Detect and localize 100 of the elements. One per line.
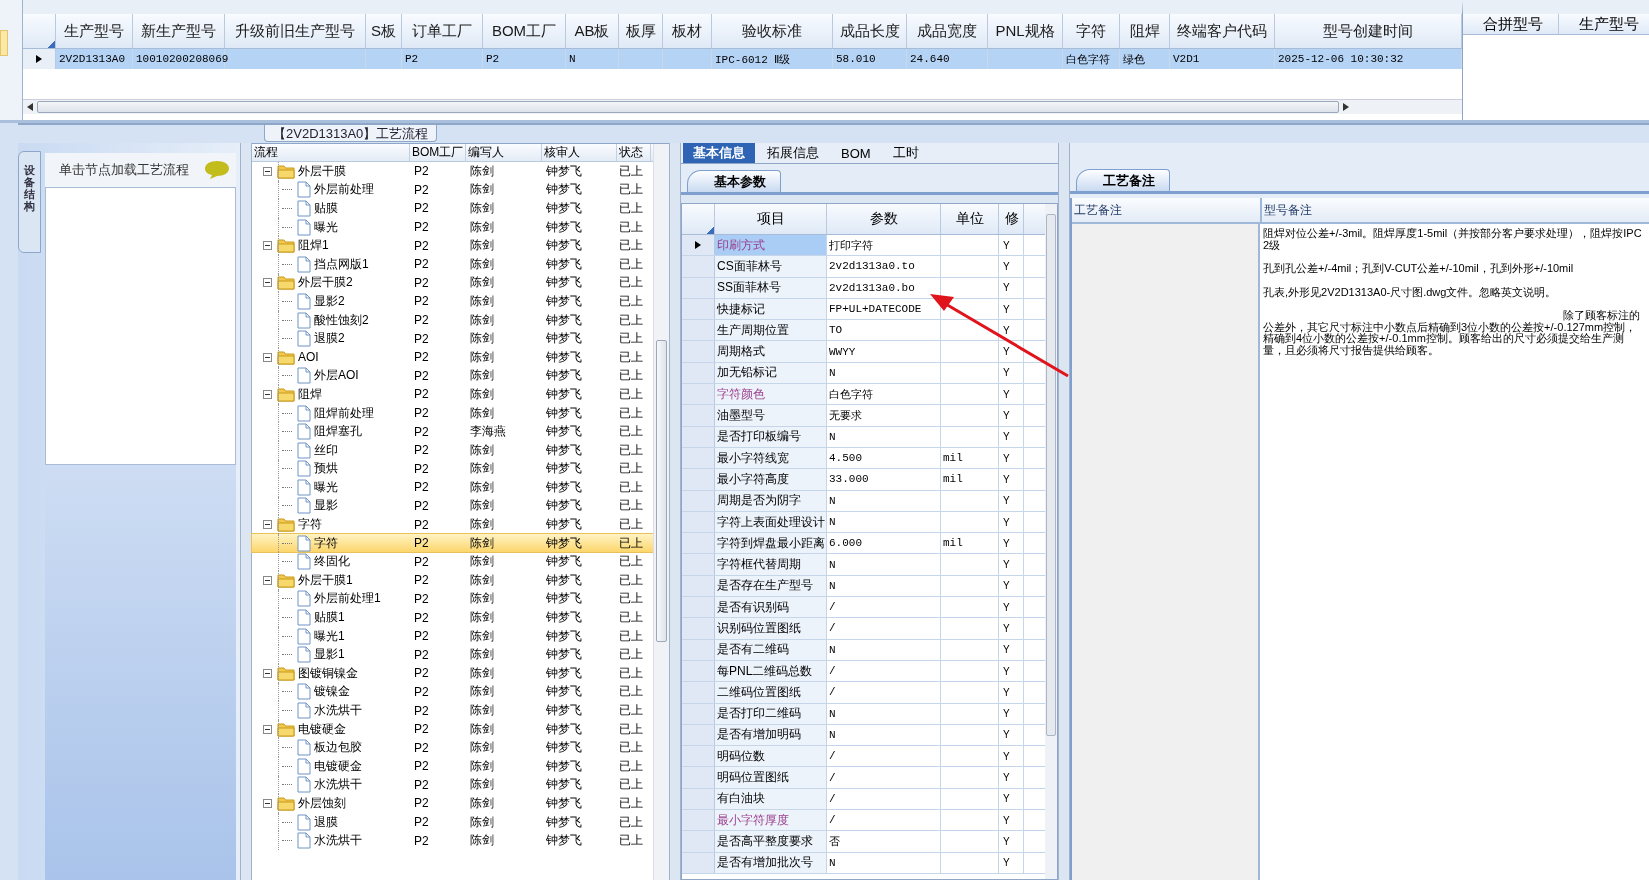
tree-row[interactable]: 外层前处理1 P2 陈剑 钟梦飞 已上 <box>252 589 653 609</box>
tab[interactable]: 拓展信息 <box>757 143 829 163</box>
column-header[interactable]: 板厚 <box>619 14 663 48</box>
tab[interactable]: 基本参数 <box>687 170 781 192</box>
tree-row[interactable]: 外层干膜2 P2 陈剑 钟梦飞 已上 <box>252 273 653 293</box>
tree-row[interactable]: 字符 P2 陈剑 钟梦飞 已上 <box>252 533 653 553</box>
tree-row[interactable]: 阻焊1 P2 陈剑 钟梦飞 已上 <box>252 236 653 255</box>
column-header[interactable]: 合拼型号 <box>1463 14 1559 34</box>
column-header[interactable]: 工艺备注 <box>1072 198 1262 222</box>
tree-row[interactable]: 外层蚀刻 P2 陈剑 钟梦飞 已上 <box>252 794 653 813</box>
tree-row[interactable]: 贴膜 P2 陈剑 钟梦飞 已上 <box>252 199 653 218</box>
vertical-scrollbar[interactable] <box>1045 204 1057 879</box>
collapse-icon[interactable] <box>263 352 272 362</box>
column-header[interactable]: AB板 <box>566 14 619 48</box>
column-header[interactable]: 流程 <box>252 144 410 161</box>
tree-row[interactable]: 水洗烘干 P2 陈剑 钟梦飞 已上 <box>252 831 653 850</box>
column-header[interactable]: 字符 <box>1063 14 1120 48</box>
tree-row[interactable]: 图镀铜镍金 P2 陈剑 钟梦飞 已上 <box>252 664 653 683</box>
tree-row[interactable]: 贴膜1 P2 陈剑 钟梦飞 已上 <box>252 608 653 627</box>
tab[interactable]: 工时 <box>882 143 929 163</box>
tree-row[interactable]: AOI P2 陈剑 钟梦飞 已上 <box>252 347 653 367</box>
column-header[interactable]: 型号备注 <box>1262 198 1312 222</box>
document-icon <box>297 330 311 348</box>
tree-row[interactable]: 字符 P2 陈剑 钟梦飞 已上 <box>252 515 653 534</box>
column-header[interactable]: 终端客户代码 <box>1170 14 1275 48</box>
row-header[interactable] <box>682 235 715 256</box>
tree-row[interactable]: 酸性蚀刻2 P2 陈剑 钟梦飞 已上 <box>252 310 653 330</box>
tree-row[interactable]: 外层干膜 P2 陈剑 钟梦飞 已上 <box>252 162 653 181</box>
column-header[interactable]: 生产型号 <box>56 14 133 48</box>
splitter[interactable] <box>1058 143 1070 880</box>
column-header[interactable]: 成品长度 <box>833 14 907 48</box>
tree-row[interactable]: 终固化 P2 陈剑 钟梦飞 已上 <box>252 552 653 572</box>
column-header[interactable]: 验收标准 <box>712 14 833 48</box>
tab[interactable]: 基本信息 <box>683 143 755 163</box>
collapse-icon[interactable] <box>263 520 272 530</box>
tree-row[interactable]: 阻焊前处理 P2 陈剑 钟梦飞 已上 <box>252 403 653 423</box>
tree-row[interactable]: 电镀硬金 P2 陈剑 钟梦飞 已上 <box>252 757 653 776</box>
tree-row[interactable]: 水洗烘干 P2 陈剑 钟梦飞 已上 <box>252 775 653 795</box>
collapse-icon[interactable] <box>263 389 272 399</box>
column-header[interactable]: BOM工厂 <box>483 14 566 48</box>
scroll-left-icon[interactable] <box>27 103 33 111</box>
column-header[interactable]: 型号创建时间 <box>1275 14 1462 48</box>
table-cell: 陈剑 <box>470 162 494 180</box>
tree-row[interactable]: 镀镍金 P2 陈剑 钟梦飞 已上 <box>252 682 653 702</box>
collapse-icon[interactable] <box>263 166 272 176</box>
column-header[interactable]: 成品宽度 <box>907 14 988 48</box>
collapse-icon[interactable] <box>263 241 272 251</box>
tab[interactable]: BOM <box>831 143 881 163</box>
table-cell: P2 <box>414 275 429 290</box>
tree-row[interactable]: 曝光1 P2 陈剑 钟梦飞 已上 <box>252 626 653 646</box>
vertical-scrollbar[interactable] <box>653 144 669 880</box>
column-header[interactable]: PNL规格 <box>988 14 1063 48</box>
tree-row[interactable]: 曝光 P2 陈剑 钟梦飞 已上 <box>252 217 653 237</box>
column-header[interactable]: 订单工厂 <box>402 14 483 48</box>
tree-row[interactable]: 退膜 P2 陈剑 钟梦飞 已上 <box>252 812 653 832</box>
column-header[interactable]: 新生产型号 <box>133 14 225 48</box>
column-header[interactable]: 修 <box>999 204 1024 234</box>
column-header[interactable]: 核审人 <box>542 144 617 161</box>
tab[interactable]: 工艺备注 <box>1076 169 1170 191</box>
tree-row[interactable]: 挡点网版1 P2 陈剑 钟梦飞 已上 <box>252 254 653 274</box>
tree-row[interactable]: 显影1 P2 陈剑 钟梦飞 已上 <box>252 645 653 665</box>
column-header[interactable]: 升级前旧生产型号 <box>225 14 366 48</box>
side-tab[interactable] <box>0 30 8 56</box>
collapse-icon[interactable] <box>263 575 272 585</box>
splitter[interactable] <box>240 143 252 880</box>
table-cell: 已上 <box>619 311 643 329</box>
scroll-right-icon[interactable] <box>1343 103 1349 111</box>
column-header[interactable]: 参数 <box>827 204 941 234</box>
tree-row[interactable]: 阻焊 P2 陈剑 钟梦飞 已上 <box>252 385 653 404</box>
tree-row[interactable]: 外层前处理 P2 陈剑 钟梦飞 已上 <box>252 180 653 200</box>
tree-row[interactable]: 显影2 P2 陈剑 钟梦飞 已上 <box>252 292 653 311</box>
column-header[interactable]: 阻焊 <box>1120 14 1170 48</box>
tree-row[interactable]: 外层干膜1 P2 陈剑 钟梦飞 已上 <box>252 571 653 590</box>
collapse-icon[interactable] <box>263 668 272 678</box>
tree-row[interactable]: 退膜2 P2 陈剑 钟梦飞 已上 <box>252 329 653 348</box>
table-cell: P2 <box>414 331 429 346</box>
tree-row[interactable]: 曝光 P2 陈剑 钟梦飞 已上 <box>252 478 653 497</box>
column-header[interactable]: 单位 <box>941 204 999 234</box>
column-header[interactable]: 板材 <box>663 14 712 48</box>
grid-row[interactable]: 2V2D1313A0 10010200208069 P2 P2 N IPC-6012 Ⅱ级 58.010 24.640 白色字符 绿色 V2D1 2025-12-06 10:30:32 <box>23 49 1462 69</box>
tree-row[interactable]: 丝印 P2 陈剑 钟梦飞 已上 <box>252 440 653 460</box>
remarks-field[interactable] <box>1072 224 1260 880</box>
column-header[interactable]: 生产型号 <box>1559 14 1639 34</box>
column-header[interactable]: BOM工厂 <box>410 144 466 161</box>
tree-row[interactable]: 板边包胶 P2 陈剑 钟梦飞 已上 <box>252 738 653 757</box>
collapse-icon[interactable] <box>263 799 272 808</box>
tree-row[interactable]: 水洗烘干 P2 陈剑 钟梦飞 已上 <box>252 701 653 720</box>
tree-row[interactable]: 显影 P2 陈剑 钟梦飞 已上 <box>252 496 653 516</box>
tree-row[interactable]: 电镀硬金 P2 陈剑 钟梦飞 已上 <box>252 719 653 739</box>
vertical-tab[interactable]: 设备结构 <box>18 151 41 254</box>
collapse-icon[interactable] <box>263 278 272 288</box>
column-header[interactable]: 状态 <box>617 144 651 161</box>
tree-row[interactable]: 阻焊塞孔 P2 李海燕 钟梦飞 已上 <box>252 422 653 441</box>
column-header[interactable]: 项目 <box>715 204 827 234</box>
horizontal-scrollbar[interactable] <box>23 99 1462 114</box>
collapse-icon[interactable] <box>263 724 272 734</box>
tree-row[interactable]: 外层AOI P2 陈剑 钟梦飞 已上 <box>252 366 653 386</box>
tree-row[interactable]: 预烘 P2 陈剑 钟梦飞 已上 <box>252 459 653 479</box>
column-header[interactable]: S板 <box>366 14 402 48</box>
column-header[interactable]: 编写人 <box>466 144 542 161</box>
